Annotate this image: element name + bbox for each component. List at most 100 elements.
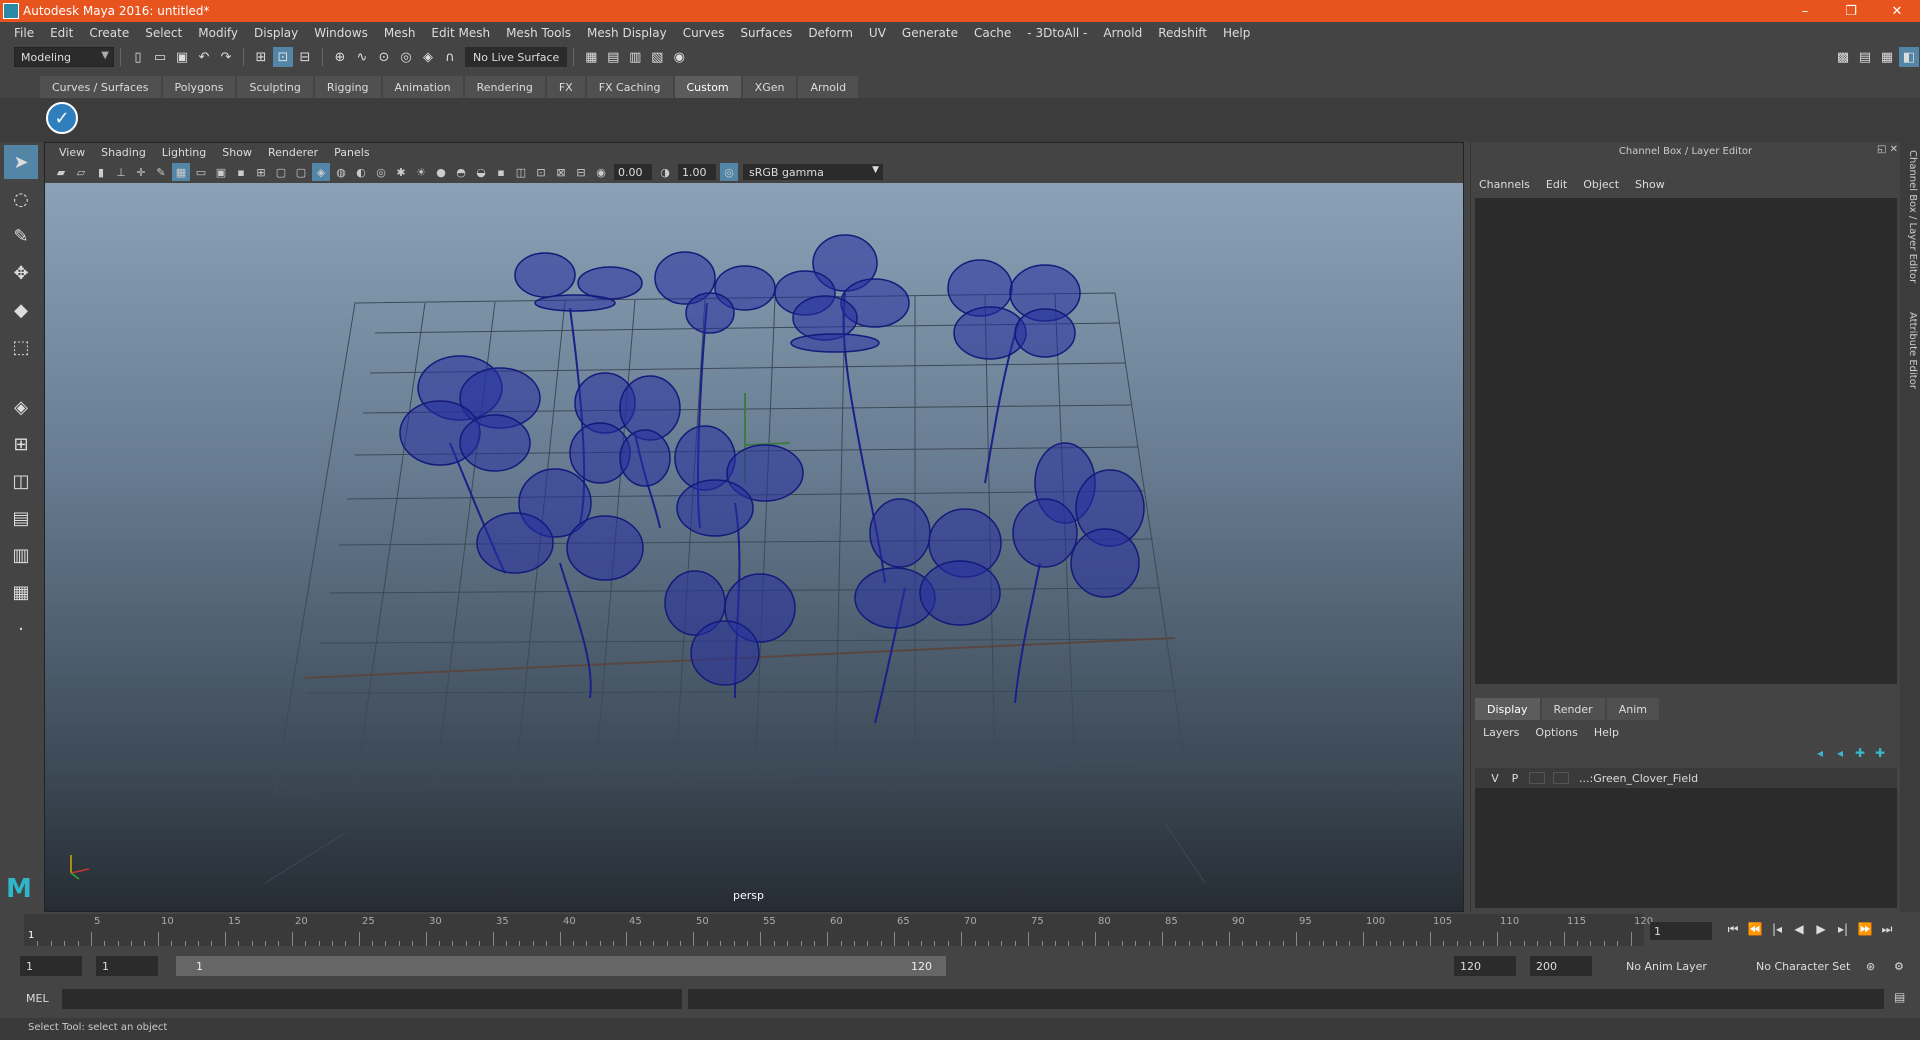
outliner-toggle-icon[interactable]: ▤	[1855, 47, 1875, 67]
color-management-icon[interactable]: ◎	[720, 163, 738, 181]
layer-row[interactable]: V P ...:Green_Clover_Field	[1475, 768, 1897, 788]
ipr-render-icon[interactable]: ▥	[625, 47, 645, 67]
shadows-icon[interactable]: ☀	[412, 163, 430, 181]
side-tab-attribute-editor[interactable]: Attribute Editor	[1902, 312, 1918, 389]
menu-create[interactable]: Create	[81, 26, 137, 40]
move-tool-icon[interactable]: ✥	[4, 256, 38, 290]
safe-title-icon[interactable]: ▢	[292, 163, 310, 181]
menu-redshift[interactable]: Redshift	[1150, 26, 1215, 40]
wireframe-on-shaded-icon[interactable]: ◐	[352, 163, 370, 181]
field-chart-icon[interactable]: ⊞	[252, 163, 270, 181]
step-forward-key-icon[interactable]: ▸|	[1832, 922, 1854, 937]
lasso-tool-icon[interactable]: ◌	[4, 182, 38, 216]
live-surface-field[interactable]: No Live Surface	[465, 47, 568, 67]
shelf-tab-polygons[interactable]: Polygons	[162, 76, 236, 98]
shelf-tab-fx-caching[interactable]: FX Caching	[586, 76, 673, 98]
menu-deform[interactable]: Deform	[800, 26, 861, 40]
layer-menu-help[interactable]: Help	[1586, 726, 1627, 744]
menu-select[interactable]: Select	[137, 26, 190, 40]
shelf-tab-rigging[interactable]: Rigging	[314, 76, 381, 98]
menu-3dtoall[interactable]: - 3DtoAll -	[1019, 26, 1095, 40]
image-plane-icon[interactable]: ⊥	[112, 163, 130, 181]
gamma-icon[interactable]: ◑	[656, 163, 674, 181]
use-all-lights-icon[interactable]: ✱	[392, 163, 410, 181]
menu-cache[interactable]: Cache	[966, 26, 1019, 40]
shelf-tab-custom[interactable]: Custom	[674, 76, 741, 98]
xray-active-icon[interactable]: ⊠	[552, 163, 570, 181]
checkmark-icon[interactable]: ✓	[46, 102, 78, 134]
depth-of-field-icon[interactable]: ▪	[492, 163, 510, 181]
multisample-aa-icon[interactable]: ◒	[472, 163, 490, 181]
render-settings-icon[interactable]: ▧	[647, 47, 667, 67]
menu-modify[interactable]: Modify	[190, 26, 246, 40]
animation-end-field[interactable]: 200	[1530, 956, 1592, 976]
layout-toggle-icon[interactable]: ▦	[1877, 47, 1897, 67]
viewport-menu-renderer[interactable]: Renderer	[260, 146, 326, 159]
gate-mask-icon[interactable]: ▪	[232, 163, 250, 181]
new-scene-icon[interactable]: ▯	[128, 47, 148, 67]
animation-start-field[interactable]: 1	[20, 956, 82, 976]
xray-joints-icon[interactable]: ⊟	[572, 163, 590, 181]
tab-display[interactable]: Display	[1475, 698, 1540, 720]
motion-blur-icon[interactable]: ◓	[452, 163, 470, 181]
viewport-menu-lighting[interactable]: Lighting	[154, 146, 214, 159]
restore-button[interactable]: ❐	[1828, 0, 1874, 22]
hypershade-icon[interactable]: ◉	[669, 47, 689, 67]
safe-action-icon[interactable]: ▢	[272, 163, 290, 181]
viewport-menu-shading[interactable]: Shading	[93, 146, 154, 159]
shelf-tab-curves-surfaces[interactable]: Curves / Surfaces	[40, 76, 161, 98]
channel-box-menu-show[interactable]: Show	[1627, 178, 1673, 196]
snap-curve-icon[interactable]: ∿	[352, 47, 372, 67]
perspective-scene[interactable]	[45, 183, 1463, 911]
more-layouts-icon[interactable]: ·	[4, 612, 38, 646]
channel-box-toggle-icon[interactable]: ◧	[1899, 47, 1919, 67]
range-bar[interactable]: 1 120	[176, 956, 946, 976]
channel-box-menu-object[interactable]: Object	[1575, 178, 1627, 196]
auto-key-icon[interactable]: ⊛	[1866, 956, 1886, 976]
graph-layout-icon[interactable]: ▥	[4, 538, 38, 572]
menu-uv[interactable]: UV	[861, 26, 894, 40]
shelf-tab-sculpting[interactable]: Sculpting	[237, 76, 313, 98]
tab-anim[interactable]: Anim	[1606, 698, 1659, 720]
menu-curves[interactable]: Curves	[675, 26, 733, 40]
textured-icon[interactable]: ◎	[372, 163, 390, 181]
layer-color-swatch[interactable]	[1553, 772, 1569, 784]
select-component-icon[interactable]: ⊟	[295, 47, 315, 67]
anim-layer-dropdown[interactable]: No Anim Layer	[1626, 956, 1736, 976]
workspace-icon[interactable]: ▩	[1833, 47, 1853, 67]
go-to-end-icon[interactable]: ⏭	[1876, 922, 1898, 937]
bookmark-icon[interactable]: ▮	[92, 163, 110, 181]
new-layer-from-selection-icon[interactable]: ✚	[1870, 746, 1890, 760]
new-empty-layer-icon[interactable]: ✚	[1850, 746, 1870, 760]
layer-playback-toggle[interactable]: P	[1505, 772, 1525, 785]
screen-space-ao-icon[interactable]: ●	[432, 163, 450, 181]
xray-icon[interactable]: ⊡	[532, 163, 550, 181]
time-slider-track[interactable]: 1 5 10 15 20 25 30 35 40 45 50 55 60 65 70 75 80 85 90 95 1…	[24, 914, 1653, 946]
shelf-tab-fx[interactable]: FX	[546, 76, 585, 98]
command-language-label[interactable]: MEL	[26, 992, 49, 1005]
magnet-icon[interactable]: ∩	[440, 47, 460, 67]
menu-windows[interactable]: Windows	[306, 26, 376, 40]
move-layer-down-icon[interactable]: ◂	[1830, 746, 1850, 760]
command-input[interactable]	[62, 989, 682, 1009]
exposure-icon[interactable]: ◉	[592, 163, 610, 181]
menu-file[interactable]: File	[6, 26, 42, 40]
menu-edit-mesh[interactable]: Edit Mesh	[423, 26, 498, 40]
undo-icon[interactable]: ↶	[194, 47, 214, 67]
menu-edit[interactable]: Edit	[42, 26, 81, 40]
camera-icon[interactable]: ▰	[52, 163, 70, 181]
channel-box-menu-edit[interactable]: Edit	[1538, 178, 1575, 196]
close-button[interactable]: ✕	[1874, 0, 1920, 22]
playback-end-field[interactable]: 120	[1454, 956, 1516, 976]
2d-pan-zoom-icon[interactable]: ✛	[132, 163, 150, 181]
open-scene-icon[interactable]: ▭	[150, 47, 170, 67]
script-editor-icon[interactable]: ▤	[1894, 990, 1912, 1008]
shelf-menu-icon[interactable]	[0, 70, 40, 98]
scale-tool-icon[interactable]: ⬚	[4, 330, 38, 364]
shelf-tab-arnold[interactable]: Arnold	[798, 76, 859, 98]
menu-arnold[interactable]: Arnold	[1095, 26, 1150, 40]
resolution-gate-icon[interactable]: ▣	[212, 163, 230, 181]
move-layer-up-icon[interactable]: ◂	[1810, 746, 1830, 760]
panel-float-close-icon[interactable]: ◱ ✕	[1877, 144, 1898, 155]
snap-point-icon[interactable]: ⊙	[374, 47, 394, 67]
